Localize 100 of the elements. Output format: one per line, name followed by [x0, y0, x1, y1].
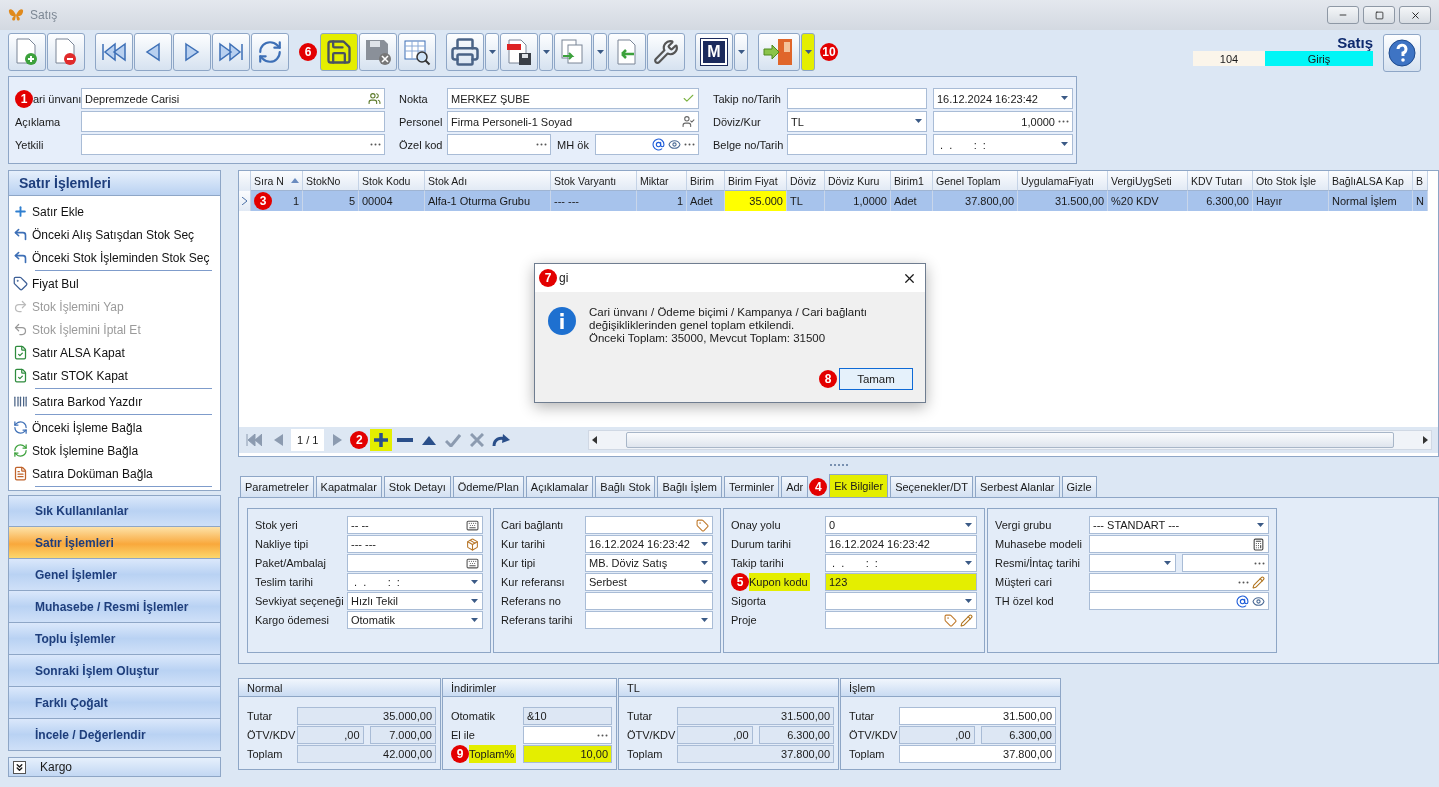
input-field[interactable]: [447, 134, 552, 155]
dropdown-arrow-icon[interactable]: [470, 598, 479, 604]
column-header[interactable]: Birim1: [891, 171, 933, 191]
ellipsis-icon[interactable]: [536, 143, 548, 146]
tab[interactable]: Serbest Alanlar: [974, 476, 1060, 497]
toolbar-button[interactable]: [212, 33, 250, 71]
input-field[interactable]: Firma Personeli-1 Soyad: [447, 111, 699, 132]
dropdown-arrow-icon[interactable]: [914, 119, 923, 124]
scroll-right-icon[interactable]: [1423, 436, 1428, 444]
input-field[interactable]: [585, 611, 713, 629]
dropdown-arrow-icon[interactable]: [595, 49, 605, 55]
input-field[interactable]: 6.300,00: [758, 726, 834, 744]
tab[interactable]: Ek Bilgiler: [829, 474, 889, 497]
at-sign-icon[interactable]: [1236, 594, 1249, 608]
ellipsis-icon[interactable]: [1238, 580, 1249, 584]
input-field[interactable]: MERKEZ ŞUBE: [447, 88, 699, 109]
tab[interactable]: Kapatmalar: [315, 476, 382, 497]
tag-icon[interactable]: [696, 518, 709, 532]
input-field[interactable]: --- ---: [347, 535, 483, 553]
section-bar[interactable]: Genel İşlemler: [8, 559, 221, 591]
ellipsis-icon[interactable]: [1254, 561, 1265, 565]
input-field[interactable]: [1089, 573, 1269, 591]
input-field[interactable]: 0: [825, 516, 977, 534]
input-field[interactable]: [1089, 535, 1269, 553]
input-field[interactable]: [585, 516, 713, 534]
toolbar-button[interactable]: [647, 33, 685, 71]
dropdown-arrow-icon[interactable]: [700, 617, 709, 623]
column-header[interactable]: UygulamaFiyatı: [1018, 171, 1108, 191]
section-bar[interactable]: Satır İşlemleri: [8, 527, 221, 559]
tab[interactable]: Açıklamalar: [525, 476, 594, 497]
dropdown-arrow-icon[interactable]: [1060, 142, 1069, 147]
toolbar-button[interactable]: [446, 33, 484, 71]
input-field[interactable]: ,00: [297, 726, 364, 744]
input-field[interactable]: 31.500,00: [677, 707, 834, 725]
toolbar-button[interactable]: M: [695, 33, 733, 71]
dropdown-button[interactable]: [593, 33, 607, 71]
action-link[interactable]: Satır Ekle: [32, 204, 85, 219]
maximize-button[interactable]: [1363, 6, 1395, 24]
close-button[interactable]: [1399, 6, 1431, 24]
minimize-button[interactable]: [1327, 6, 1359, 24]
input-field[interactable]: Hızlı Tekil: [347, 592, 483, 610]
toolbar-button[interactable]: [398, 33, 436, 71]
input-field[interactable]: --- STANDART ---: [1089, 516, 1269, 534]
column-header[interactable]: Sıra N: [251, 171, 303, 191]
checkmark-icon[interactable]: [682, 92, 695, 105]
action-link[interactable]: Satıra Doküman Bağla: [32, 466, 153, 481]
input-field[interactable]: . . : :: [347, 573, 483, 591]
input-field[interactable]: [825, 592, 977, 610]
column-header[interactable]: VergiUygSeti: [1108, 171, 1188, 191]
input-field[interactable]: Otomatik: [347, 611, 483, 629]
toolbar-button[interactable]: [320, 33, 358, 71]
action-link[interactable]: Fiyat Bul: [32, 276, 79, 291]
dropdown-arrow-icon[interactable]: [470, 617, 479, 623]
ellipsis-icon[interactable]: [597, 733, 608, 737]
dropdown-arrow-icon[interactable]: [1256, 522, 1265, 528]
input-field[interactable]: 123: [825, 573, 977, 591]
input-field[interactable]: 42.000,00: [297, 745, 436, 763]
column-header[interactable]: Birim Fiyat: [725, 171, 787, 191]
ellipsis-icon[interactable]: [1058, 120, 1069, 123]
action-link[interactable]: Önceki İşleme Bağla: [32, 420, 143, 435]
input-field[interactable]: [585, 592, 713, 610]
dropdown-arrow-icon[interactable]: [1060, 96, 1069, 101]
input-field[interactable]: ,00: [677, 726, 753, 744]
input-field[interactable]: 7.000,00: [369, 726, 436, 744]
column-header[interactable]: StokNo: [303, 171, 359, 191]
column-header[interactable]: Birim: [687, 171, 725, 191]
dropdown-arrow-icon[interactable]: [964, 560, 973, 566]
tag-icon[interactable]: [944, 613, 957, 627]
at-sign-icon[interactable]: [652, 138, 665, 151]
tab[interactable]: Parametreler: [240, 476, 314, 497]
dropdown-arrow-icon[interactable]: [700, 560, 709, 566]
column-header[interactable]: Stok Adı: [425, 171, 551, 191]
input-field[interactable]: 37.800,00: [899, 745, 1056, 763]
input-field[interactable]: [1182, 554, 1269, 572]
column-header[interactable]: BağlıALSA Kap: [1329, 171, 1413, 191]
input-field[interactable]: MB. Döviz Satış: [585, 554, 713, 572]
column-header[interactable]: B: [1413, 171, 1428, 191]
input-field[interactable]: Serbest: [585, 573, 713, 591]
dropdown-button[interactable]: [801, 33, 815, 71]
pencil-icon[interactable]: [1252, 575, 1265, 589]
input-field[interactable]: 1,0000: [933, 111, 1073, 132]
dropdown-button[interactable]: [485, 33, 499, 71]
input-field[interactable]: [1089, 592, 1269, 610]
section-bar[interactable]: Toplu İşlemler: [8, 623, 221, 655]
section-bar[interactable]: Farklı Çoğalt: [8, 687, 221, 719]
toolbar-button[interactable]: [500, 33, 538, 71]
tab[interactable]: Bağlı Stok: [595, 476, 656, 497]
action-link[interactable]: Stok İşlemine Bağla: [32, 443, 139, 458]
tab[interactable]: Ödeme/Plan: [452, 476, 524, 497]
input-field[interactable]: TL: [787, 111, 927, 132]
dropdown-arrow-icon[interactable]: [541, 49, 551, 55]
input-field[interactable]: -- --: [347, 516, 483, 534]
dropdown-arrow-icon[interactable]: [964, 598, 973, 604]
people-icon[interactable]: [368, 92, 381, 105]
user-check-icon[interactable]: [682, 115, 695, 128]
dropdown-button[interactable]: [539, 33, 553, 71]
input-field[interactable]: ,00: [899, 726, 975, 744]
input-field[interactable]: . . : :: [825, 554, 977, 572]
section-bar[interactable]: İncele / Değerlendir: [8, 719, 221, 751]
input-field[interactable]: 16.12.2024 16:23:42: [825, 535, 977, 553]
